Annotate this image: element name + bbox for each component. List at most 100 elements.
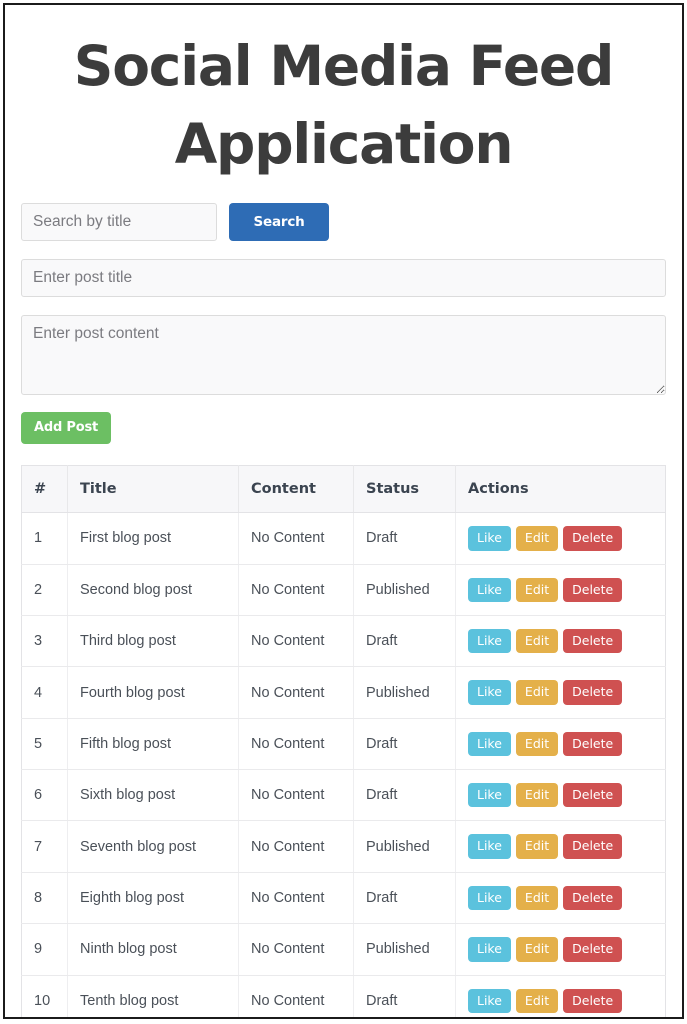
like-button[interactable]: Like [468, 731, 511, 757]
column-header-status: Status [353, 465, 456, 514]
delete-button[interactable]: Delete [563, 885, 623, 911]
cell-content: No Content [238, 512, 354, 565]
like-button[interactable]: Like [468, 937, 511, 962]
cell-content: No Content [238, 820, 354, 873]
delete-button[interactable]: Delete [563, 731, 623, 757]
cell-title: Fourth blog post [67, 666, 239, 719]
cell-status: Draft [353, 975, 456, 1017]
column-header-title: Title [67, 465, 239, 514]
app-window: Social Media Feed Application Search Add… [3, 3, 684, 1019]
delete-button[interactable]: Delete [563, 988, 623, 1013]
cell-title: Third blog post [67, 615, 239, 668]
search-button[interactable]: Search [229, 203, 329, 242]
delete-button[interactable]: Delete [563, 628, 623, 654]
cell-content: No Content [238, 872, 354, 925]
cell-title: Sixth blog post [67, 769, 239, 822]
cell-title: Fifth blog post [67, 718, 239, 771]
delete-button[interactable]: Delete [563, 834, 623, 859]
cell-num: 7 [21, 820, 68, 873]
cell-status: Published [353, 923, 456, 976]
row-action-group: Like Edit Delete [468, 731, 653, 757]
add-post-button[interactable]: Add Post [21, 412, 112, 445]
table-row: 10 Tenth blog post No Content Draft Like Edit… [21, 975, 666, 1017]
like-button[interactable]: Like [468, 834, 511, 859]
delete-button[interactable]: Delete [563, 937, 623, 962]
cell-actions: Like Edit Delete [455, 820, 666, 873]
cell-status: Published [353, 564, 456, 616]
table-row: 2 Second blog post No Content Published Like… [21, 564, 666, 616]
table-row: 8 Eighth blog post No Content Draft Like Edit… [21, 872, 666, 925]
cell-num: 2 [21, 564, 68, 616]
search-row: Search [21, 203, 666, 242]
posts-table-body: 1 First blog post No Content Draft Like Edit D… [21, 512, 666, 1017]
cell-num: 1 [21, 512, 68, 565]
table-row: 7 Seventh blog post No Content Published Lik… [21, 820, 666, 873]
cell-status: Published [353, 820, 456, 873]
cell-num: 5 [21, 718, 68, 771]
like-button[interactable]: Like [468, 988, 511, 1013]
cell-status: Draft [353, 872, 456, 925]
cell-status: Draft [353, 512, 456, 565]
edit-button[interactable]: Edit [515, 937, 559, 962]
row-action-group: Like Edit Delete [468, 988, 653, 1013]
edit-button[interactable]: Edit [515, 731, 559, 757]
edit-button[interactable]: Edit [515, 628, 559, 654]
edit-button[interactable]: Edit [515, 577, 559, 602]
table-row: 9 Ninth blog post No Content Published Like E… [21, 923, 666, 976]
column-header-actions: Actions [455, 465, 666, 514]
delete-button[interactable]: Delete [563, 577, 623, 602]
posts-table: # Title Content Status Actions 1 First bl… [21, 465, 666, 1017]
cell-content: No Content [238, 564, 354, 616]
row-action-group: Like Edit Delete [468, 834, 653, 859]
cell-content: No Content [238, 975, 354, 1017]
cell-num: 3 [21, 615, 68, 668]
cell-actions: Like Edit Delete [456, 975, 666, 1017]
app-content: Search Add Post # Title Content Status A… [5, 203, 682, 1017]
like-button[interactable]: Like [468, 680, 511, 705]
page-title: Social Media Feed Application [73, 34, 615, 177]
row-action-group: Like Edit Delete [468, 680, 653, 705]
like-button[interactable]: Like [468, 526, 511, 551]
edit-button[interactable]: Edit [515, 526, 559, 551]
delete-button[interactable]: Delete [563, 680, 623, 705]
edit-button[interactable]: Edit [515, 885, 559, 911]
row-action-group: Like Edit Delete [468, 628, 653, 654]
table-header-row: # Title Content Status Actions [21, 465, 666, 514]
like-button[interactable]: Like [468, 577, 511, 602]
row-action-group: Like Edit Delete [468, 885, 653, 911]
cell-num: 4 [21, 666, 68, 719]
like-button[interactable]: Like [468, 783, 511, 808]
search-input[interactable] [21, 203, 217, 242]
add-post-row: Add Post [21, 412, 666, 445]
cell-actions: Like Edit Delete [455, 666, 666, 719]
row-action-group: Like Edit Delete [468, 937, 653, 962]
table-row: 3 Third blog post No Content Draft Like Edit D… [21, 615, 666, 668]
cell-title: First blog post [67, 512, 239, 565]
edit-button[interactable]: Edit [515, 680, 559, 705]
cell-title: Ninth blog post [67, 923, 239, 976]
edit-button[interactable]: Edit [515, 834, 559, 859]
like-button[interactable]: Like [468, 628, 511, 654]
cell-status: Draft [353, 769, 456, 822]
cell-content: No Content [238, 666, 354, 719]
cell-num: 8 [21, 872, 68, 925]
column-header-content: Content [238, 465, 354, 514]
edit-button[interactable]: Edit [515, 783, 559, 808]
like-button[interactable]: Like [468, 885, 511, 911]
row-action-group: Like Edit Delete [468, 577, 653, 602]
delete-button[interactable]: Delete [563, 783, 623, 808]
cell-num: 6 [21, 769, 68, 822]
cell-num: 10 [21, 975, 68, 1017]
cell-actions: Like Edit Delete [455, 615, 666, 668]
cell-title: Second blog post [67, 564, 239, 616]
table-row: 5 Fifth blog post No Content Draft Like Edit D… [21, 718, 666, 771]
row-action-group: Like Edit Delete [468, 526, 653, 551]
post-content-textarea[interactable] [21, 315, 666, 396]
cell-title: Tenth blog post [67, 975, 239, 1017]
cell-actions: Like Edit Delete [455, 564, 666, 616]
post-title-input[interactable] [21, 259, 666, 298]
cell-title: Eighth blog post [67, 872, 239, 925]
cell-actions: Like Edit Delete [455, 923, 666, 976]
delete-button[interactable]: Delete [563, 526, 623, 551]
edit-button[interactable]: Edit [515, 988, 559, 1013]
